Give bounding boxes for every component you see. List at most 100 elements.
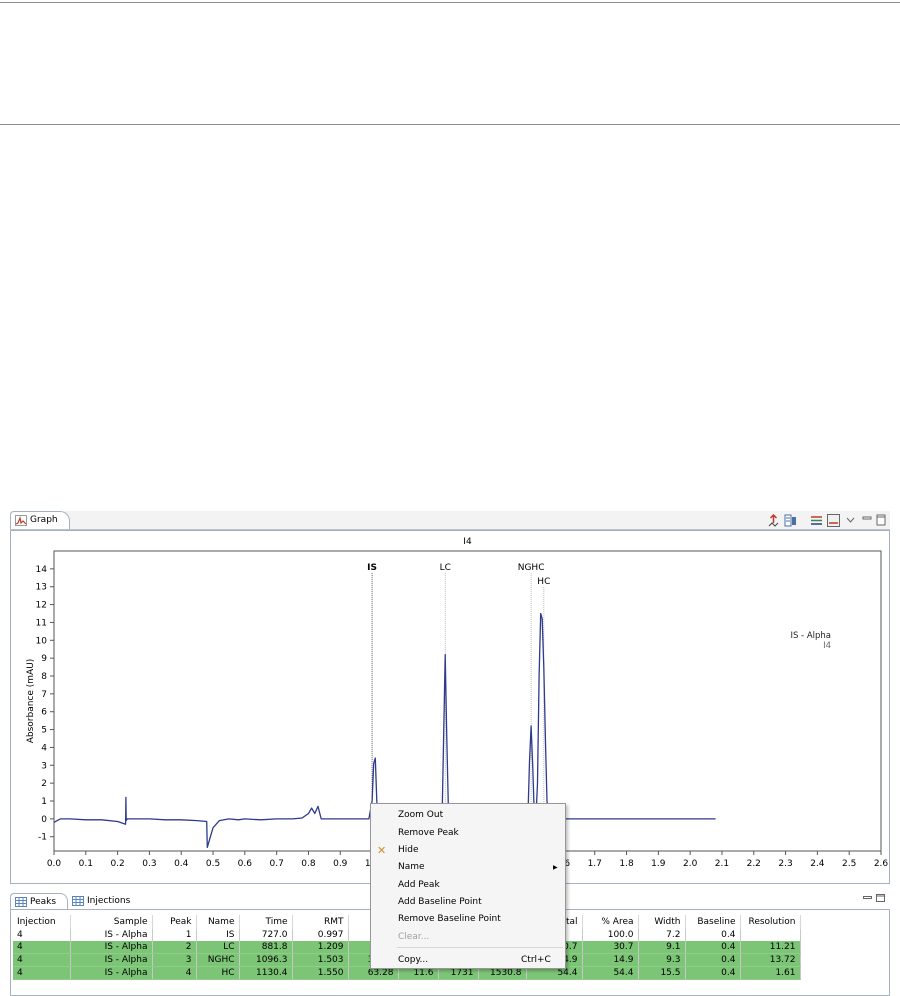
column-header[interactable]: % Area: [582, 915, 639, 929]
peak-label: LC: [440, 563, 451, 573]
y-tick-label: 4: [41, 743, 47, 753]
y-tick-label: 6: [41, 708, 47, 718]
table-cell: 1.503: [292, 953, 349, 967]
table-cell: 4: [13, 929, 71, 941]
column-header[interactable]: Peak: [152, 915, 197, 929]
column-header[interactable]: Time: [239, 915, 293, 929]
pin-peak-icon[interactable]: [767, 514, 780, 527]
menu-item-label: Remove Peak: [398, 828, 459, 838]
x-tick-label: 0.5: [206, 859, 220, 869]
menu-item-name[interactable]: Name ▶: [371, 859, 565, 876]
legend-lines-icon[interactable]: [810, 514, 823, 527]
table-cell: IS: [196, 929, 240, 941]
menu-item-add-baseline-point[interactable]: Add Baseline Point: [371, 894, 565, 911]
table-cell: 4: [13, 966, 71, 980]
x-tick-label: 0.4: [174, 859, 189, 869]
menu-item-remove-baseline-point[interactable]: Remove Baseline Point: [371, 911, 565, 928]
table-cell: 2: [152, 941, 197, 954]
table-cell: IS - Alpha: [70, 966, 153, 980]
menu-item-label: Hide: [398, 845, 419, 855]
x-tick-label: 0.9: [333, 859, 348, 869]
baseline-toggle-icon[interactable]: [827, 514, 840, 527]
x-tick-label: 2.1: [715, 859, 729, 869]
menu-item-zoom-out[interactable]: Zoom Out: [371, 807, 565, 824]
menu-item-copy[interactable]: Copy... Ctrl+C: [371, 952, 565, 969]
table-cell: 54.4: [582, 966, 639, 980]
table-maximize-icon[interactable]: [876, 894, 885, 902]
table-cell: 0.997: [292, 929, 349, 941]
y-tick-label: 7: [41, 690, 47, 700]
table-cell: 100.0: [582, 929, 639, 941]
column-header[interactable]: Baseline: [685, 915, 741, 929]
table-cell: 14.9: [582, 953, 639, 967]
table-cell: NGHC: [196, 953, 240, 967]
table-cell: 3: [152, 953, 197, 967]
column-header[interactable]: Name: [196, 915, 240, 929]
table-cell: IS - Alpha: [70, 953, 153, 967]
menu-item-label: Clear...: [398, 932, 430, 942]
column-header[interactable]: RMT: [292, 915, 349, 929]
table-cell: 0.4: [685, 966, 741, 980]
tab-injections-label: Injections: [87, 896, 131, 906]
legend-entry: IS - Alpha: [790, 631, 831, 641]
table-cell: IS - Alpha: [70, 929, 153, 941]
menu-separator: [397, 947, 563, 948]
x-tick-label: 2.0: [683, 859, 698, 869]
table-cell: 1.209: [292, 941, 349, 954]
table-cell: 30.7: [582, 941, 639, 954]
y-tick-label: 0: [41, 815, 47, 825]
table-cell: 0.4: [685, 953, 741, 967]
y-tick-label: 8: [41, 672, 47, 682]
injections-table-icon: [72, 896, 84, 906]
table-settings-icon[interactable]: [784, 514, 797, 527]
menu-item-shortcut: Ctrl+C: [521, 955, 551, 965]
minimize-icon[interactable]: [862, 514, 872, 527]
y-tick-label: -1: [38, 833, 47, 843]
column-header[interactable]: Injection: [13, 915, 71, 929]
x-tick-label: 2.3: [778, 859, 792, 869]
view-menu-icon[interactable]: [846, 514, 855, 527]
table-cell: IS - Alpha: [70, 941, 153, 954]
y-tick-label: 11: [36, 618, 47, 628]
column-header[interactable]: Width: [638, 915, 686, 929]
peaks-table-icon: [15, 897, 27, 907]
table-cell: [740, 929, 801, 941]
x-tick-label: 0.3: [142, 859, 156, 869]
table-cell: 4: [152, 966, 197, 980]
column-header[interactable]: Resolution: [740, 915, 801, 929]
table-cell: LC: [196, 941, 240, 954]
table-cell: 15.5: [638, 966, 686, 980]
x-tick-label: 2.5: [842, 859, 856, 869]
table-cell: 9.1: [638, 941, 686, 954]
tab-peaks[interactable]: Peaks: [10, 893, 68, 909]
menu-item-clear: Clear...: [371, 929, 565, 946]
y-tick-label: 13: [36, 583, 47, 593]
tab-injections[interactable]: Injections: [68, 893, 142, 909]
menu-item-label: Name: [398, 862, 425, 872]
y-tick-label: 10: [36, 636, 48, 646]
x-tick-label: 1.7: [588, 859, 602, 869]
y-tick-label: 2: [41, 779, 47, 789]
chart-title: I4: [463, 537, 472, 547]
maximize-icon[interactable]: [876, 514, 886, 527]
table-cell: 11.21: [740, 941, 801, 954]
tab-graph[interactable]: Graph: [10, 511, 70, 529]
checked-x-icon: ✕: [377, 844, 387, 857]
x-tick-label: 0.0: [47, 859, 62, 869]
y-tick-label: 9: [41, 654, 47, 664]
menu-item-add-peak[interactable]: Add Peak: [371, 877, 565, 894]
menu-item-label: Add Peak: [398, 880, 440, 890]
table-cell: 1.550: [292, 966, 349, 980]
menu-item-remove-peak[interactable]: Remove Peak: [371, 825, 565, 842]
peak-label: IS: [367, 563, 377, 573]
x-tick-label: 1.9: [651, 859, 666, 869]
top-border-line: [0, 2, 900, 3]
table-cell: 4: [13, 941, 71, 954]
menu-item-label: Add Baseline Point: [398, 897, 482, 907]
x-tick-label: 0.2: [110, 859, 124, 869]
table-minimize-icon[interactable]: [863, 894, 872, 902]
menu-item-hide[interactable]: ✕ Hide: [371, 842, 565, 859]
graph-icon: [15, 515, 27, 526]
table-cell: 881.8: [239, 941, 293, 954]
column-header[interactable]: Sample: [70, 915, 153, 929]
